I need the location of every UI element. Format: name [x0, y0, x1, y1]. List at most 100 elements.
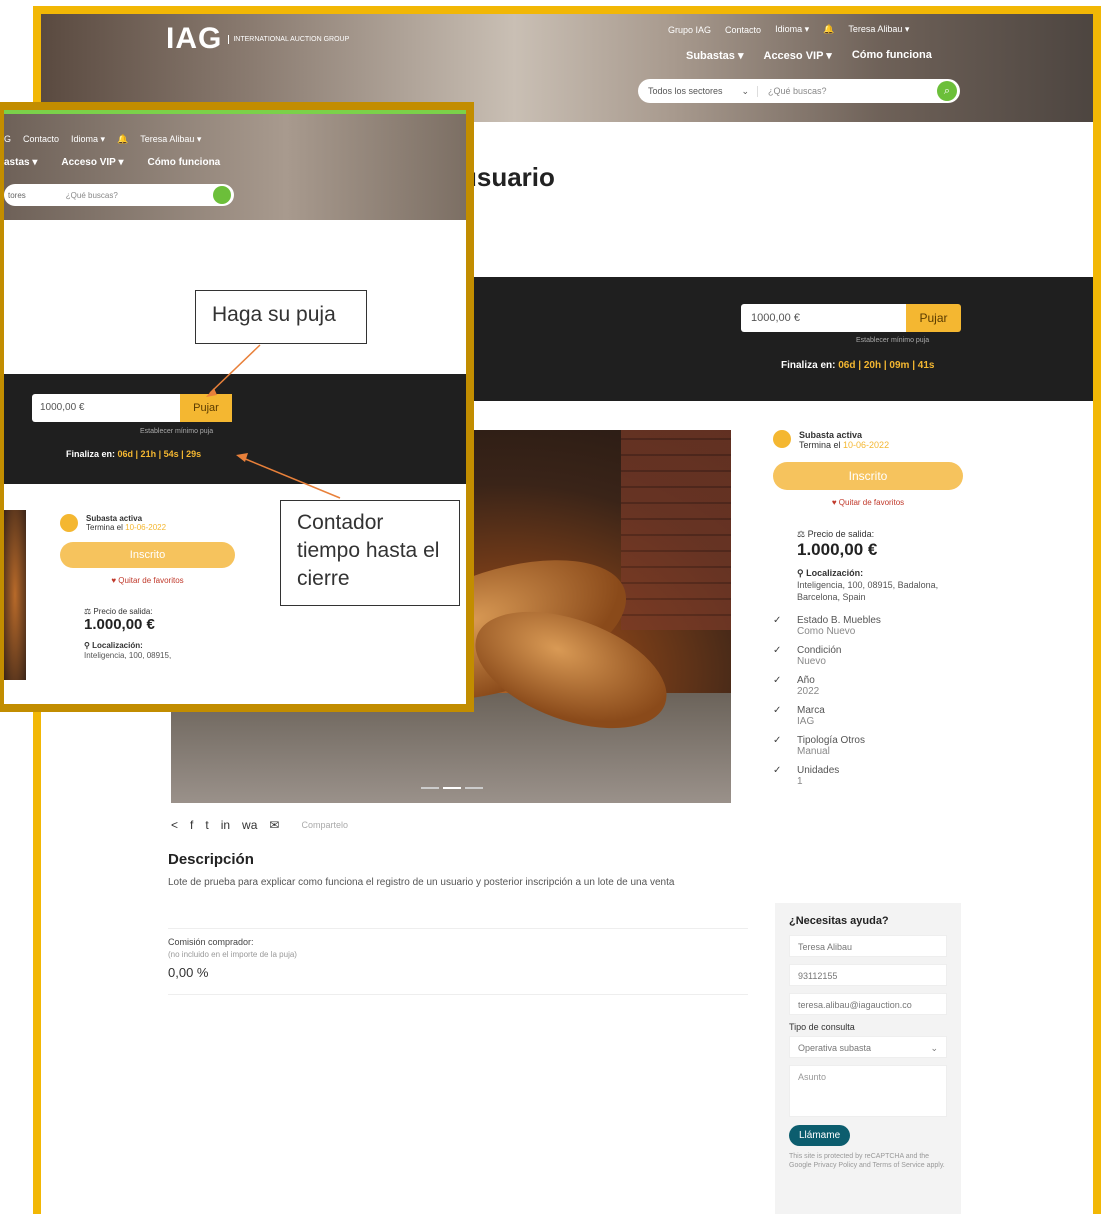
facebook-icon[interactable]: f [190, 818, 193, 832]
gavel-icon: ⚖ [84, 607, 92, 616]
nav-acceso-vip[interactable]: Acceso VIP ▾ [764, 49, 832, 62]
feature-row: ✓ Unidades 1 [773, 765, 963, 787]
gavel-icon: ⚖ [797, 529, 806, 539]
feature-value: IAG [797, 716, 815, 727]
call-me-button[interactable]: Llámame [789, 1125, 851, 1146]
nav-como-funciona[interactable]: Cómo funciona [852, 49, 932, 62]
email-icon[interactable]: ✉ [269, 818, 279, 832]
zoom-status: Subasta activa Termina el 10-06-2022 [60, 514, 235, 532]
remove-favorite-link[interactable]: ♥ Quitar de favoritos [773, 498, 963, 507]
feature-value: Nuevo [797, 656, 826, 667]
nav-subastas[interactable]: Subastas ▾ [686, 49, 744, 62]
topnav-user[interactable]: Teresa Alibau ▾ [848, 24, 909, 35]
clock-icon [60, 514, 78, 532]
photo-bricks [621, 430, 731, 630]
feature-row: ✓ Estado B. Muebles Como Nuevo [773, 615, 963, 637]
name-field[interactable]: Teresa Alibau [789, 935, 947, 957]
pin-icon: ⚲ [797, 568, 804, 578]
zoom-pujar-button: Pujar [180, 394, 232, 422]
zoom-ends-label: Termina el [86, 523, 123, 532]
pujar-button[interactable]: Pujar [906, 304, 961, 332]
zoom-nav-item: Cómo funciona [147, 157, 221, 168]
description-title: Descripción [168, 851, 254, 868]
zoom-topnav-item: Idioma ▾ [71, 134, 106, 144]
feature-name: Unidades [797, 765, 840, 776]
iag-logo[interactable]: IAG International Auction Group [166, 22, 349, 56]
zoom-loc-label-text: Localización: [92, 641, 143, 650]
type-select[interactable]: Operativa subasta ⌄ [789, 1036, 947, 1058]
fav-label: Quitar de favoritos [838, 498, 905, 507]
type-value: Operativa subasta [798, 1043, 872, 1053]
zoom-loc-value: Inteligencia, 100, 08915, [84, 651, 172, 660]
search-bar: Todos los sectores ⌄ ¿Qué buscas? ⌕ [638, 79, 960, 103]
lot-sidebar: Subasta activa Termina el 10-06-2022 Insc… [773, 430, 963, 795]
zoom-sidebar: Subasta activa Termina el 10-06-2022 Insc… [60, 514, 235, 662]
description-text: Lote de prueba para explicar como funcio… [168, 877, 675, 888]
search-icon[interactable]: ⌕ [937, 81, 957, 101]
zoom-bid-box: 1000,00 € Pujar [32, 394, 232, 422]
search-input[interactable]: ¿Qué buscas? [758, 86, 937, 96]
bid-amount-input[interactable]: 1000,00 € [741, 304, 906, 332]
inscrito-button[interactable]: Inscrito [773, 462, 963, 490]
price-value: 1.000,00 € [797, 540, 878, 559]
zoom-price-label: ⚖ Precio de salida: [60, 607, 235, 616]
countdown: Finaliza en: 06d | 20h | 09m | 41s [781, 360, 934, 371]
zoom-fav-label: Quitar de favoritos [118, 576, 184, 585]
logo-text: IAG [166, 22, 223, 55]
zoom-sector: tores [8, 190, 26, 200]
logo-subtitle: International Auction Group [228, 34, 349, 44]
twitter-icon[interactable]: t [205, 818, 208, 832]
feature-row: ✓ Marca IAG [773, 705, 963, 727]
bell-icon[interactable]: 🔔 [823, 24, 834, 35]
carousel-dots[interactable] [421, 787, 483, 789]
linkedin-icon[interactable]: in [221, 818, 230, 832]
auction-status: Subasta activa Termina el 10-06-2022 [773, 430, 963, 450]
topnav-grupo[interactable]: Grupo IAG [668, 25, 711, 35]
status-text: Subasta activa [799, 430, 863, 440]
sector-select[interactable]: Todos los sectores ⌄ [638, 85, 758, 97]
bell-icon: 🔔 [117, 134, 129, 144]
feature-name: Condición [797, 645, 842, 656]
zoom-fav: ♥ Quitar de favoritos [111, 576, 184, 585]
callout-bid: Haga su puja [195, 290, 367, 344]
zoom-topnav-item: Teresa Alibau ▾ [140, 134, 202, 144]
zoom-price-label-text: Precio de salida: [93, 607, 153, 616]
check-icon: ✓ [773, 645, 782, 656]
feature-row: ✓ Año 2022 [773, 675, 963, 697]
zoom-topnav: G Contacto Idioma ▾ 🔔 Teresa Alibau ▾ [4, 134, 201, 145]
zoom-countdown: Finaliza en: 06d | 21h | 54s | 29s [66, 449, 201, 459]
help-title: ¿Necesitas ayuda? [789, 915, 889, 927]
main-nav: Subastas ▾ Acceso VIP ▾ Cómo funciona [686, 49, 932, 62]
share-icon[interactable]: < [171, 818, 178, 832]
feature-value: Manual [797, 746, 830, 757]
phone-field[interactable]: 93112155 [789, 964, 947, 986]
callout-countdown: Contador tiempo hasta el cierre [280, 500, 460, 606]
zoom-search-bar: tores ¿Qué buscas? [4, 184, 234, 206]
top-nav: Grupo IAG Contacto Idioma ▾ 🔔 Teresa Ali… [668, 24, 909, 35]
feature-value: 1 [797, 776, 803, 787]
zoom-inscrito: Inscrito [60, 542, 235, 568]
chevron-down-icon: ⌄ [930, 1043, 938, 1053]
topnav-contacto[interactable]: Contacto [725, 25, 761, 35]
share-label: Compartelo [301, 820, 348, 830]
zoom-countdown-label: Finaliza en: [66, 449, 116, 459]
feature-name: Marca [797, 705, 825, 716]
topnav-idioma[interactable]: Idioma ▾ [775, 24, 809, 35]
zoom-status-text: Subasta activa [86, 514, 143, 523]
min-bid-link[interactable]: Establecer mínimo puja [856, 337, 929, 344]
feature-value: 2022 [797, 686, 820, 697]
check-icon: ✓ [773, 765, 782, 776]
subject-textarea[interactable]: Asunto [789, 1065, 947, 1117]
commission-value: 0,00 % [168, 965, 209, 980]
help-form: ¿Necesitas ayuda? Teresa Alibau 93112155… [775, 903, 961, 1214]
zoom-nav-item: Acceso VIP ▾ [61, 157, 124, 168]
feature-name: Estado B. Muebles [797, 615, 881, 626]
whatsapp-icon[interactable]: wa [242, 818, 257, 832]
price-label-text: Precio de salida: [807, 529, 875, 539]
pin-icon: ⚲ [84, 641, 90, 650]
email-field[interactable]: teresa.alibau@iagauction.co [789, 993, 947, 1015]
countdown-label: Finaliza en: [781, 360, 836, 371]
zoom-photo-thumb [4, 510, 26, 680]
type-label: Tipo de consulta [789, 1022, 855, 1032]
zoom-ends-date: 10-06-2022 [125, 523, 167, 532]
